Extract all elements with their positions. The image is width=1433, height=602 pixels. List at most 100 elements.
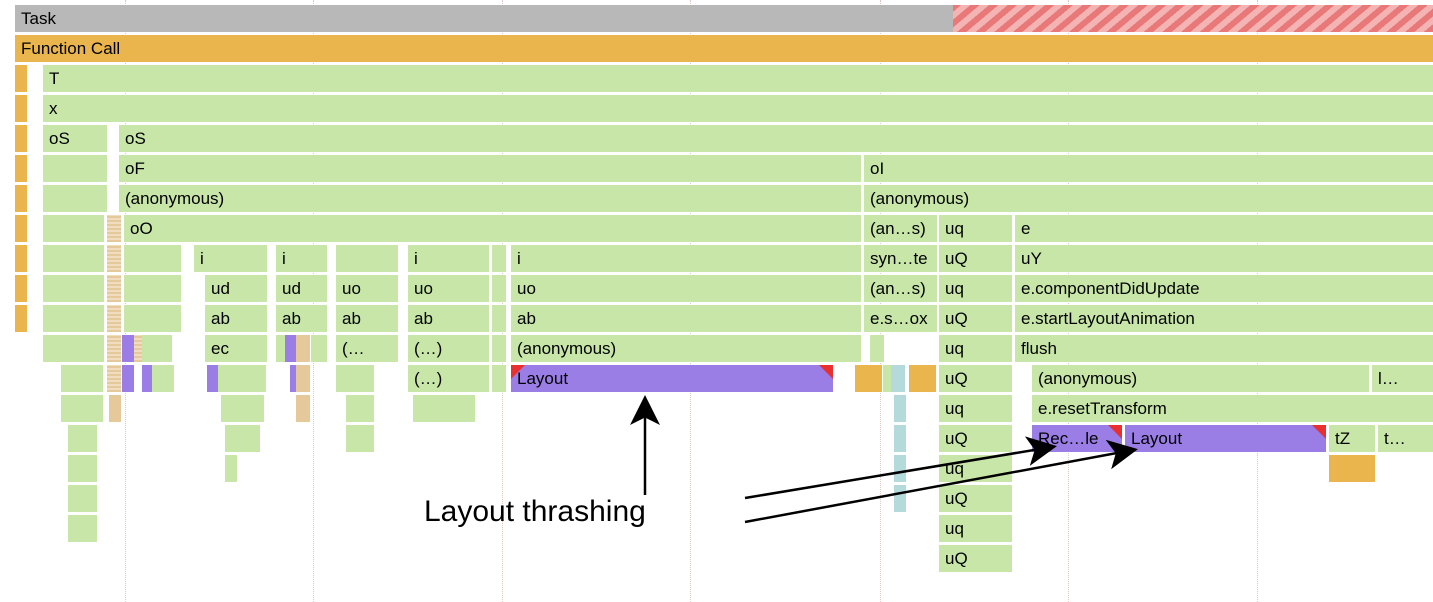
fn-uq[interactable]: uq [939,215,1012,242]
fn-uq[interactable]: uq [939,335,1012,362]
microtask[interactable] [107,215,121,242]
fn-synte[interactable]: syn…te [864,245,937,272]
fn-br[interactable] [43,335,104,362]
fn-br[interactable] [61,395,103,422]
sliver[interactable] [68,455,97,482]
fn-reset[interactable]: e.resetTransform [1032,395,1433,422]
fn-i[interactable]: i [511,245,861,272]
sliver[interactable] [346,395,374,422]
fn-oF[interactable]: oF [119,155,861,182]
sliver[interactable] [152,365,174,392]
microtask[interactable] [107,275,121,302]
sliver[interactable] [894,455,906,482]
sliver[interactable] [492,365,506,392]
fn-anon[interactable]: (anonymous) [1032,365,1369,392]
fn-br[interactable] [43,185,107,212]
fn-uo[interactable]: uo [511,275,861,302]
fn-i[interactable]: i [408,245,489,272]
sliver[interactable] [15,275,27,302]
fn-br[interactable] [218,365,266,392]
fn-br[interactable] [336,365,374,392]
fn-flush[interactable]: flush [1015,335,1433,362]
sliver[interactable] [15,215,27,242]
fn-ab[interactable]: ab [276,305,327,332]
fn-i[interactable]: i [276,245,327,272]
fn-x[interactable]: x [43,95,1433,122]
recalc-bar[interactable]: Rec…le [1032,425,1122,452]
fn-oO[interactable]: oO [124,215,861,242]
fn-br[interactable] [43,275,104,302]
sliver[interactable] [492,305,506,332]
fn-uQ[interactable]: uQ [939,425,1012,452]
sliver[interactable] [15,95,27,122]
fn-ans[interactable]: (an…s) [864,215,937,242]
sliver[interactable] [296,335,310,362]
microtask[interactable] [107,335,121,362]
sliver[interactable] [15,245,27,272]
fn-ud[interactable]: ud [205,275,267,302]
fn-br[interactable] [43,215,104,242]
sliver[interactable] [296,395,310,422]
fn-br[interactable] [221,395,264,422]
fn-br[interactable] [43,155,107,182]
fn-br[interactable] [43,305,104,332]
sliver[interactable] [492,245,506,272]
fn-uQ[interactable]: uQ [939,485,1012,512]
sliver[interactable] [15,155,27,182]
sliver[interactable] [296,365,310,392]
fn-dots[interactable]: (…) [408,365,489,392]
fn-br[interactable] [61,365,103,392]
fn-oS-2[interactable]: oS [119,125,1433,152]
fn-uq[interactable]: uq [939,275,1012,302]
sliver[interactable] [225,425,260,452]
fn-ab[interactable]: ab [336,305,398,332]
sliver[interactable] [68,515,97,542]
fn-ab[interactable]: ab [408,305,489,332]
fn-dots[interactable]: (… [336,335,398,362]
sliver[interactable] [894,485,906,512]
fn-uo[interactable]: uo [336,275,398,302]
fn-ttrunc[interactable]: t… [1378,425,1433,452]
fn-uQ[interactable]: uQ [939,545,1012,572]
microtask[interactable] [107,305,121,332]
sliver[interactable] [15,65,27,92]
sliver[interactable] [109,395,121,422]
fn-i[interactable]: i [194,245,267,272]
microtask[interactable] [107,245,121,272]
sliver[interactable] [15,185,27,212]
task-long-hatch[interactable] [953,5,1433,32]
fn-anon-2[interactable]: (anonymous) [864,185,1433,212]
fn-anon-1[interactable]: (anonymous) [119,185,861,212]
layout-bar-2[interactable]: Layout [1125,425,1326,452]
fn-br[interactable] [142,335,172,362]
fn-ab[interactable]: ab [205,305,267,332]
sliver[interactable] [492,335,506,362]
sliver[interactable] [68,485,97,512]
sliver[interactable] [68,425,97,452]
sliver[interactable] [909,365,936,392]
sliver[interactable] [225,455,237,482]
fn-esox[interactable]: e.s…ox [864,305,937,332]
fn-ud[interactable]: ud [276,275,327,302]
sliver[interactable] [894,425,906,452]
fn-ans[interactable]: (an…s) [864,275,937,302]
fn-br[interactable] [124,245,181,272]
fn-uQ[interactable]: uQ [939,365,1012,392]
fn-e[interactable]: e [1015,215,1433,242]
sliver[interactable] [891,365,905,392]
fn-cdu[interactable]: e.componentDidUpdate [1015,275,1433,302]
microtask[interactable] [107,365,121,392]
fn-uq[interactable]: uq [939,395,1012,422]
fn-br[interactable] [124,305,181,332]
fn-uo[interactable]: uo [408,275,489,302]
fn-dots[interactable]: (…) [408,335,489,362]
fn-oI[interactable]: oI [864,155,1433,182]
fn-uY[interactable]: uY [1015,245,1433,272]
fn-ltrunc[interactable]: l… [1372,365,1433,392]
fn-ec[interactable]: ec [205,335,267,362]
fn-br[interactable] [124,275,181,302]
sliver[interactable] [311,335,327,362]
fn-uq[interactable]: uq [939,455,1012,482]
sliver[interactable] [870,335,884,362]
sliver[interactable] [492,275,506,302]
